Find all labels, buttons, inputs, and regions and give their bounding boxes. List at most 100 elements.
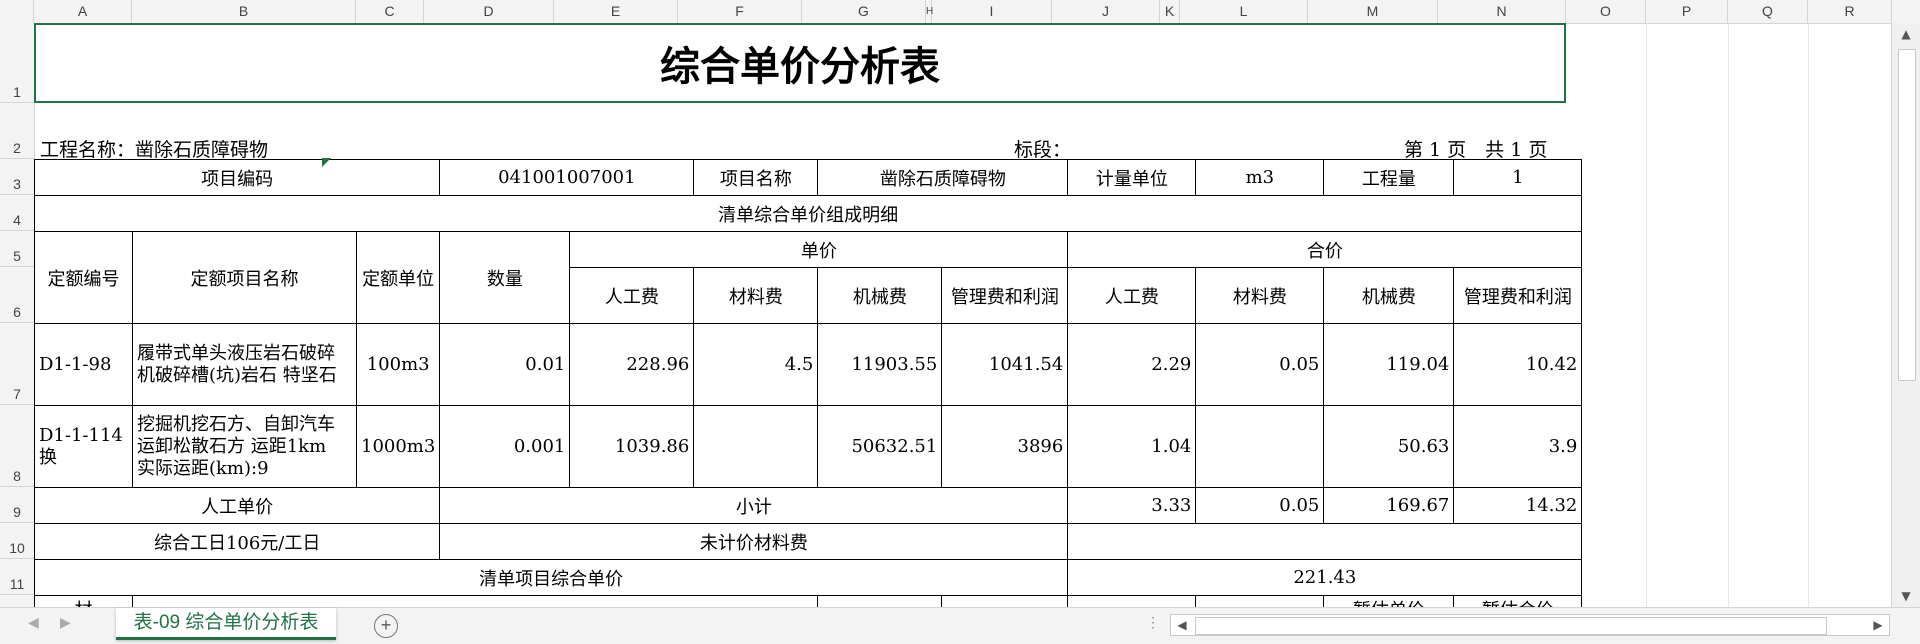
- estimated-total-price-label[interactable]: 暂估合价: [1453, 595, 1583, 607]
- column-header-j[interactable]: J: [1052, 0, 1160, 23]
- row-header-4[interactable]: 4: [0, 195, 34, 231]
- column-header-o[interactable]: O: [1566, 0, 1646, 23]
- prev-sheet-icon[interactable]: ◀: [28, 614, 39, 631]
- item-unit-material[interactable]: [693, 405, 819, 488]
- item-unit[interactable]: 1000m3: [355, 405, 441, 488]
- table-cell[interactable]: [1067, 595, 1197, 607]
- item-unit[interactable]: 100m3: [355, 323, 441, 406]
- horizontal-scroll-thumb[interactable]: [1195, 617, 1827, 635]
- item-total-material[interactable]: [1195, 405, 1325, 488]
- col-quota-unit[interactable]: 定额单位: [355, 231, 441, 324]
- col-total-machine[interactable]: 机械费: [1323, 267, 1455, 324]
- quantity-value[interactable]: 1: [1453, 159, 1583, 196]
- next-sheet-icon[interactable]: ▶: [60, 614, 71, 631]
- more-options-icon[interactable]: ⋮: [1146, 614, 1160, 631]
- row-header-6[interactable]: 6: [0, 267, 34, 323]
- scroll-down-icon[interactable]: ▼: [1892, 585, 1920, 607]
- material-label-partial[interactable]: 材: [34, 595, 133, 607]
- col-quota-name[interactable]: 定额项目名称: [132, 231, 357, 324]
- column-header-c[interactable]: C: [356, 0, 424, 23]
- col-quota-code[interactable]: 定额编号: [34, 231, 133, 324]
- vertical-scroll-thumb[interactable]: [1898, 49, 1916, 381]
- horizontal-scrollbar[interactable]: ◀ ▶: [1170, 614, 1890, 636]
- item-total-labor[interactable]: 1.04: [1067, 405, 1197, 488]
- unit-total-value[interactable]: 221.43: [1067, 559, 1583, 596]
- item-total-mgmt[interactable]: 3.9: [1453, 405, 1583, 488]
- scroll-left-icon[interactable]: ◀: [1171, 615, 1193, 635]
- scroll-right-icon[interactable]: ▶: [1867, 615, 1889, 635]
- add-sheet-icon[interactable]: +: [374, 614, 398, 638]
- unpriced-material-label[interactable]: 未计价材料费: [439, 523, 1069, 560]
- table-cell[interactable]: [817, 595, 943, 607]
- item-unit-labor[interactable]: 1039.86: [569, 405, 695, 488]
- item-name[interactable]: 挖掘机挖石方、自卸汽车运卸松散石方 运距1km 实际运距(km):9: [132, 405, 357, 488]
- row-header-9[interactable]: 9: [0, 487, 34, 523]
- scroll-up-icon[interactable]: ▲: [1892, 23, 1920, 45]
- col-total-material[interactable]: 材料费: [1195, 267, 1325, 324]
- row-header-11[interactable]: 11: [0, 559, 34, 595]
- detail-section-title[interactable]: 清单综合单价组成明细: [34, 195, 1583, 232]
- column-header-p[interactable]: P: [1646, 0, 1728, 23]
- row-header-1[interactable]: 1: [0, 23, 34, 103]
- row-header-8[interactable]: 8: [0, 405, 34, 487]
- col-unit-price-group[interactable]: 单价: [569, 231, 1069, 268]
- item-unit-machine[interactable]: 50632.51: [817, 405, 943, 488]
- unit-value[interactable]: m3: [1195, 159, 1325, 196]
- item-unit-machine[interactable]: 11903.55: [817, 323, 943, 406]
- subtotal-material[interactable]: 0.05: [1195, 487, 1325, 524]
- project-name-label[interactable]: 工程名称：凿除石质障碍物: [40, 135, 268, 162]
- page-indicator[interactable]: 第 1 页 共 1 页: [1404, 135, 1547, 162]
- estimated-unit-price-label[interactable]: 暂估单价: [1323, 595, 1455, 607]
- vertical-scrollbar[interactable]: ▲ ▼: [1891, 23, 1920, 607]
- row-header-3[interactable]: 3: [0, 159, 34, 195]
- labor-unit-price-label[interactable]: 人工单价: [34, 487, 441, 524]
- item-quantity[interactable]: 0.001: [439, 405, 571, 488]
- column-header-n[interactable]: N: [1438, 0, 1566, 23]
- sheet-tab-active[interactable]: 表-09 综合单价分析表: [116, 608, 336, 640]
- project-code-label[interactable]: 项目编码: [34, 159, 441, 196]
- daily-rate[interactable]: 综合工日106元/工日: [34, 523, 441, 560]
- subtotal-labor[interactable]: 3.33: [1067, 487, 1197, 524]
- column-header-i[interactable]: I: [932, 0, 1052, 23]
- column-header-r[interactable]: R: [1808, 0, 1892, 23]
- item-total-mgmt[interactable]: 10.42: [1453, 323, 1583, 406]
- column-header-m[interactable]: M: [1308, 0, 1438, 23]
- col-total-price-group[interactable]: 合价: [1067, 231, 1583, 268]
- subtotal-mgmt[interactable]: 14.32: [1453, 487, 1583, 524]
- row-header-5[interactable]: 5: [0, 231, 34, 267]
- item-total-labor[interactable]: 2.29: [1067, 323, 1197, 406]
- item-quantity[interactable]: 0.01: [439, 323, 571, 406]
- column-header-d[interactable]: D: [424, 0, 554, 23]
- col-total-labor[interactable]: 人工费: [1067, 267, 1197, 324]
- col-total-mgmt[interactable]: 管理费和利润: [1453, 267, 1583, 324]
- sheet-title[interactable]: 综合单价分析表: [34, 23, 1566, 103]
- table-cell[interactable]: [131, 595, 819, 607]
- row-header-10[interactable]: 10: [0, 523, 34, 559]
- table-cell[interactable]: [941, 595, 1069, 607]
- quantity-label[interactable]: 工程量: [1323, 159, 1455, 196]
- section-label[interactable]: 标段：: [1014, 135, 1071, 162]
- row-header-7[interactable]: 7: [0, 323, 34, 405]
- item-code[interactable]: D1-1-114换: [34, 405, 133, 488]
- item-unit-material[interactable]: 4.5: [693, 323, 819, 406]
- item-total-machine[interactable]: 119.04: [1323, 323, 1455, 406]
- item-total-machine[interactable]: 50.63: [1323, 405, 1455, 488]
- unit-label[interactable]: 计量单位: [1067, 159, 1197, 196]
- project-name-label-cell[interactable]: 项目名称: [693, 159, 819, 196]
- item-code[interactable]: D1-1-98: [34, 323, 133, 406]
- item-name[interactable]: 履带式单头液压岩石破碎机破碎槽(坑)岩石 特坚石: [132, 323, 357, 406]
- item-unit-mgmt[interactable]: 3896: [941, 405, 1069, 488]
- project-code-value[interactable]: 041001007001: [439, 159, 695, 196]
- col-unit-material[interactable]: 材料费: [693, 267, 819, 324]
- col-quantity[interactable]: 数量: [439, 231, 571, 324]
- subtotal-machine[interactable]: 169.67: [1323, 487, 1455, 524]
- unit-total-label[interactable]: 清单项目综合单价: [34, 559, 1069, 596]
- subtotal-label[interactable]: 小计: [439, 487, 1069, 524]
- unpriced-material-value[interactable]: [1067, 523, 1583, 560]
- select-all-corner[interactable]: [0, 0, 34, 23]
- column-header-k[interactable]: K: [1160, 0, 1180, 23]
- item-unit-labor[interactable]: 228.96: [569, 323, 695, 406]
- sheet-grid[interactable]: 综合单价分析表 工程名称：凿除石质障碍物 标段： 第 1 页 共 1 页 项目编…: [34, 23, 1892, 607]
- project-name-value[interactable]: 凿除石质障碍物: [817, 159, 1069, 196]
- item-unit-mgmt[interactable]: 1041.54: [941, 323, 1069, 406]
